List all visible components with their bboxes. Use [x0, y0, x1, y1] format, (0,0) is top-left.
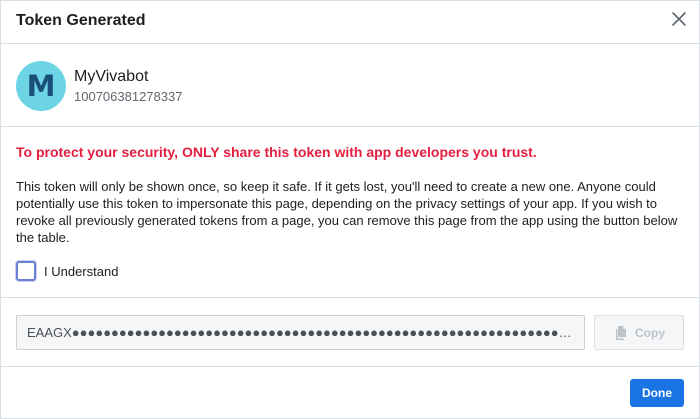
token-description: This token will only be shown once, so k…	[16, 179, 678, 245]
understand-checkbox-label: I Understand	[44, 263, 119, 279]
dialog-header: Token Generated	[1, 1, 699, 44]
understand-checkbox[interactable]	[16, 261, 36, 281]
copy-button[interactable]: Copy	[594, 315, 684, 350]
understand-checkbox-row[interactable]: I Understand	[16, 261, 118, 281]
close-icon	[672, 12, 686, 26]
token-generated-dialog: Token Generated M MyVivabot 100706381278…	[0, 0, 700, 419]
avatar: M	[16, 61, 66, 111]
dialog-footer: Done	[1, 367, 699, 419]
token-section: EAAGX●●●●●●●●●●●●●●●●●●●●●●●●●●●●●●●●●●●…	[1, 297, 699, 367]
security-warning: To protect your security, ONLY share thi…	[16, 144, 537, 160]
close-button[interactable]	[669, 9, 689, 29]
account-info: M MyVivabot 100706381278337	[1, 44, 699, 127]
account-name: MyVivabot	[74, 68, 149, 85]
done-button[interactable]: Done	[630, 379, 684, 407]
account-id: 100706381278337	[74, 89, 183, 104]
copy-button-label: Copy	[635, 325, 665, 340]
token-field[interactable]: EAAGX●●●●●●●●●●●●●●●●●●●●●●●●●●●●●●●●●●●…	[16, 315, 585, 350]
dialog-title: Token Generated	[16, 12, 146, 29]
copy-icon	[613, 325, 629, 341]
